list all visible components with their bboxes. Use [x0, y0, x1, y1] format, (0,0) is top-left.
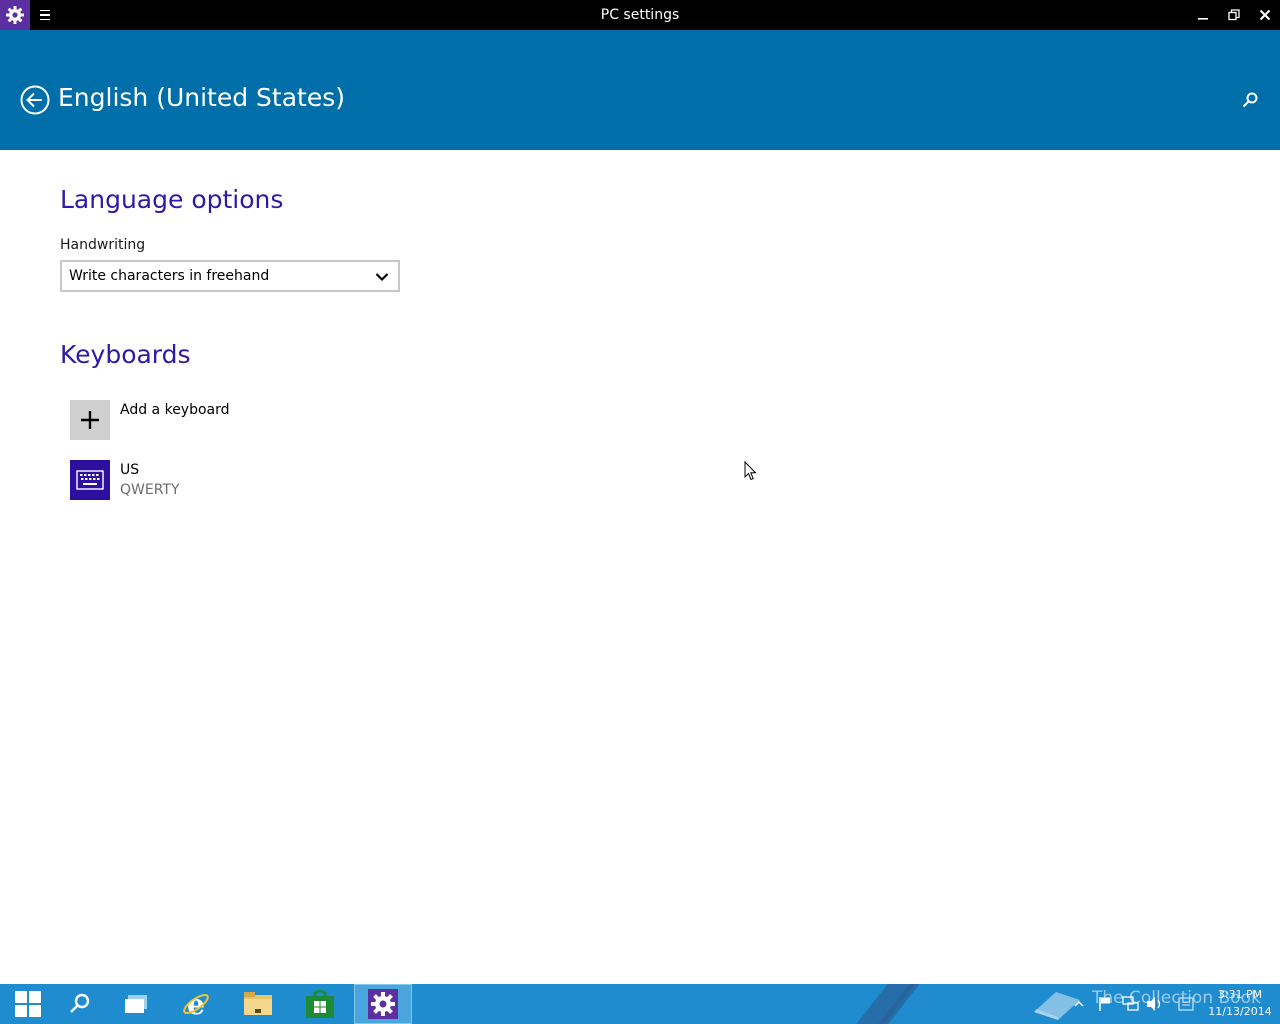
taskbar-internet-explorer[interactable]: e: [168, 984, 224, 1024]
taskbar-pc-settings[interactable]: [354, 984, 412, 1024]
clock-date: 11/13/2014: [1208, 1005, 1272, 1018]
tray-chevron-up-icon[interactable]: [1074, 1000, 1084, 1008]
volume-icon[interactable]: [1146, 996, 1164, 1012]
chevron-down-icon: [374, 269, 390, 285]
internet-explorer-icon: e: [183, 989, 209, 1019]
svg-text:e: e: [187, 989, 205, 1019]
clock-time: 3:31 PM: [1217, 988, 1263, 1001]
taskbar: e The Collection Book 3:31 PM 11/13/2014: [0, 984, 1280, 1024]
language-options-heading: Language options: [60, 185, 284, 214]
taskbar-clock[interactable]: 3:31 PM 11/13/2014: [1200, 986, 1280, 1020]
search-icon: [70, 993, 90, 1013]
handwriting-dropdown[interactable]: Write characters in freehand: [60, 260, 400, 292]
task-view-icon: [125, 995, 147, 1013]
settings-gear-icon: [368, 989, 398, 1019]
page-title: English (United States): [58, 83, 346, 112]
store-icon: [306, 989, 334, 1018]
handwriting-label: Handwriting: [60, 237, 146, 253]
add-keyboard-button[interactable]: Add a keyboard: [70, 400, 470, 440]
handwriting-dropdown-value: Write characters in freehand: [69, 268, 270, 284]
keyboards-heading: Keyboards: [60, 340, 191, 369]
taskbar-file-explorer[interactable]: [230, 984, 286, 1024]
start-button[interactable]: [0, 984, 56, 1024]
plus-icon: [70, 400, 110, 440]
add-keyboard-label: Add a keyboard: [120, 402, 230, 418]
window-title: PC settings: [600, 7, 680, 23]
action-center-flag-icon[interactable]: [1098, 996, 1112, 1012]
close-button[interactable]: [1249, 0, 1280, 30]
windows-logo-icon: [15, 991, 41, 1017]
mouse-cursor-icon: [744, 460, 758, 481]
restore-button[interactable]: [1218, 0, 1250, 30]
keyboard-icon: [70, 460, 110, 500]
keyboard-name: US: [120, 462, 140, 478]
back-arrow-icon[interactable]: [20, 85, 50, 115]
task-view-button[interactable]: [108, 984, 164, 1024]
folder-icon: [244, 992, 272, 1015]
keyboard-layout: QWERTY: [120, 482, 180, 498]
taskbar-search-button[interactable]: [52, 984, 108, 1024]
taskbar-store[interactable]: [292, 984, 348, 1024]
network-icon[interactable]: [1122, 996, 1140, 1012]
notification-icon[interactable]: [1178, 997, 1194, 1011]
page-header: English (United States): [0, 30, 1280, 150]
minimize-button[interactable]: [1187, 0, 1219, 30]
search-icon[interactable]: [1240, 90, 1260, 110]
title-bar: PC settings: [0, 0, 1280, 30]
keyboard-item-us[interactable]: US QWERTY: [70, 460, 470, 500]
